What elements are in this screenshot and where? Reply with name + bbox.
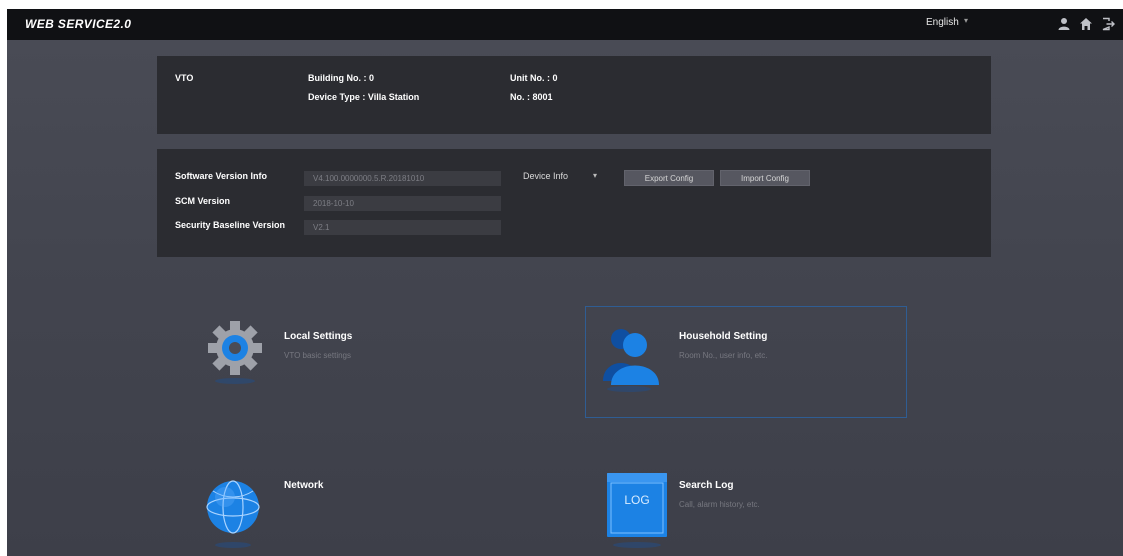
household-setting-title: Household Setting xyxy=(679,331,768,342)
software-version-label: Software Version Info xyxy=(175,171,268,181)
search-log-title: Search Log xyxy=(679,480,734,491)
chevron-down-icon: ▾ xyxy=(593,171,598,180)
logout-icon[interactable] xyxy=(1101,17,1115,31)
device-info-panel: VTO Building No. : 0 Device Type : Villa… xyxy=(157,56,991,134)
device-number: No. : 8001 xyxy=(510,92,553,102)
top-bar: WEB SERVICE2.0 English ▾ xyxy=(7,9,1123,40)
log-icon xyxy=(607,473,667,548)
unit-number: Unit No. : 0 xyxy=(510,73,558,83)
globe-icon xyxy=(206,480,260,548)
security-baseline-label: Security Baseline Version xyxy=(175,220,286,230)
person-icon xyxy=(603,329,659,392)
local-settings-title: Local Settings xyxy=(284,331,353,342)
local-settings-desc: VTO basic settings xyxy=(284,351,351,360)
language-select[interactable]: English xyxy=(926,17,959,28)
household-setting-desc: Room No., user info, etc. xyxy=(679,351,768,360)
version-info-panel: Software Version Info V4.100.0000000.5.R… xyxy=(157,149,991,257)
building-number: Building No. : 0 xyxy=(308,73,374,83)
device-type-label: VTO xyxy=(175,73,194,83)
network-title: Network xyxy=(284,480,324,491)
user-icon[interactable] xyxy=(1057,17,1071,31)
home-icon[interactable] xyxy=(1079,17,1093,31)
software-version-field: V4.100.0000000.5.R.20181010 xyxy=(304,171,501,186)
gear-icon xyxy=(208,321,262,384)
app-window: WEB SERVICE2.0 English ▾ VTO Building No… xyxy=(7,9,1123,556)
export-config-button[interactable]: Export Config xyxy=(624,170,714,186)
device-type: Device Type : Villa Station xyxy=(308,92,420,102)
log-icon-label: LOG xyxy=(624,493,650,507)
security-baseline-field: V2.1 xyxy=(304,220,501,235)
chevron-down-icon: ▾ xyxy=(964,16,969,25)
device-info-select[interactable]: Device Info xyxy=(523,171,568,181)
import-config-button[interactable]: Import Config xyxy=(720,170,810,186)
brand-logo: WEB SERVICE2.0 xyxy=(25,17,132,31)
scm-version-field: 2018-10-10 xyxy=(304,196,501,211)
search-log-desc: Call, alarm history, etc. xyxy=(679,500,760,509)
scm-version-label: SCM Version xyxy=(175,196,231,206)
